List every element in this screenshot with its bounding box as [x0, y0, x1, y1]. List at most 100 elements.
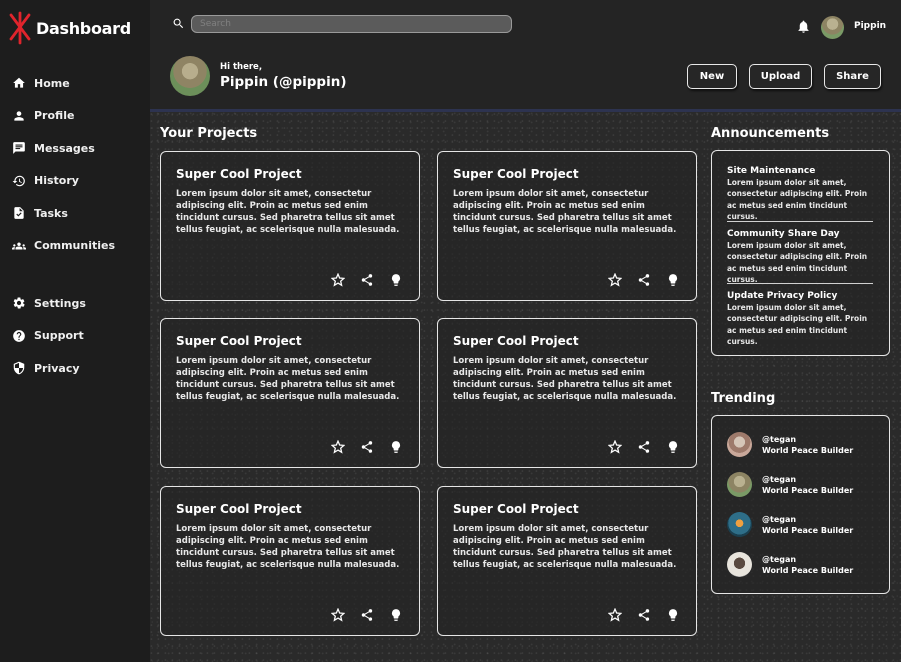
project-card[interactable]: Super Cool Project Lorem ipsum dolor sit …	[160, 318, 420, 468]
idea-button[interactable]	[389, 439, 405, 455]
bell-icon[interactable]	[796, 19, 811, 34]
share-project-button[interactable]	[637, 439, 653, 455]
trending-title: Trending	[711, 391, 776, 406]
favorite-button[interactable]	[330, 272, 347, 288]
project-card[interactable]: Super Cool Project Lorem ipsum dolor sit …	[437, 318, 697, 468]
project-title: Super Cool Project	[176, 502, 302, 516]
sidebar-item-label: Tasks	[34, 206, 68, 220]
brand: Dashboard	[0, 0, 150, 56]
announcement-item[interactable]: Site Maintenance Lorem ipsum dolor sit a…	[727, 166, 875, 222]
task-icon	[14, 207, 24, 220]
announcement-title: Site Maintenance	[727, 166, 816, 176]
idea-button[interactable]	[666, 439, 682, 455]
announcement-title: Community Share Day	[727, 229, 840, 239]
favorite-button[interactable]	[330, 439, 347, 455]
trending-item[interactable]: @tegan World Peace Builder	[727, 510, 887, 540]
favorite-button[interactable]	[607, 439, 624, 455]
main-content: Pippin Hi there, Pippin (@pippin) New Up…	[150, 0, 901, 662]
trending-item[interactable]: @tegan World Peace Builder	[727, 430, 887, 460]
card-actions	[318, 439, 405, 455]
chat-icon	[13, 142, 25, 155]
project-card[interactable]: Super Cool Project Lorem ipsum dolor sit …	[437, 486, 697, 636]
share-icon	[638, 274, 650, 286]
announcement-text: Lorem ipsum dolor sit amet, consectetur …	[727, 241, 868, 284]
sidebar-item-privacy[interactable]: Privacy	[0, 352, 150, 385]
star-icon	[330, 272, 346, 287]
share-project-button[interactable]	[360, 272, 376, 288]
project-card[interactable]: Super Cool Project Lorem ipsum dolor sit …	[160, 486, 420, 636]
gear-icon	[13, 297, 25, 309]
project-title: Super Cool Project	[453, 334, 579, 348]
card-actions	[318, 272, 405, 288]
sidebar-item-label: Support	[34, 329, 84, 343]
share-project-button[interactable]	[637, 607, 653, 623]
history-icon	[12, 175, 25, 186]
announcement-item[interactable]: Community Share Day Lorem ipsum dolor si…	[727, 229, 875, 285]
lightbulb-icon	[391, 609, 401, 621]
trending-subtitle: World Peace Builder	[762, 526, 854, 535]
avatar	[727, 512, 752, 537]
person-icon	[14, 111, 24, 121]
avatar[interactable]	[821, 16, 844, 39]
sidebar-item-tasks[interactable]: Tasks	[0, 197, 150, 230]
idea-button[interactable]	[389, 272, 405, 288]
share-icon	[361, 274, 373, 286]
share-icon	[638, 609, 650, 621]
favorite-button[interactable]	[330, 607, 347, 623]
sidebar-item-settings[interactable]: Settings	[0, 287, 150, 320]
sidebar-item-support[interactable]: Support	[0, 320, 150, 353]
greeting: Hi there,	[220, 62, 263, 72]
new-button[interactable]: New	[687, 64, 737, 89]
announcements-title: Announcements	[711, 126, 830, 141]
idea-button[interactable]	[666, 607, 682, 623]
share-project-button[interactable]	[637, 272, 653, 288]
divider	[727, 283, 873, 284]
share-icon	[638, 441, 650, 453]
project-description: Lorem ipsum dolor sit amet, consectetur …	[453, 524, 677, 570]
favorite-button[interactable]	[607, 272, 624, 288]
header-username[interactable]: Pippin	[854, 21, 886, 31]
project-description: Lorem ipsum dolor sit amet, consectetur …	[453, 356, 677, 402]
idea-button[interactable]	[389, 607, 405, 623]
sidebar-item-messages[interactable]: Messages	[0, 132, 150, 165]
sidebar-item-label: Home	[34, 76, 70, 90]
help-icon	[13, 329, 25, 342]
project-card[interactable]: Super Cool Project Lorem ipsum dolor sit …	[437, 151, 697, 301]
share-button[interactable]: Share	[824, 64, 881, 89]
star-icon	[607, 272, 623, 287]
trending-item[interactable]: @tegan World Peace Builder	[727, 470, 887, 500]
announcement-title: Update Privacy Policy	[727, 291, 838, 301]
upload-button[interactable]: Upload	[749, 64, 812, 89]
announcement-text: Lorem ipsum dolor sit amet, consectetur …	[727, 178, 868, 221]
home-icon	[13, 78, 25, 88]
favorite-button[interactable]	[607, 607, 624, 623]
sidebar-item-home[interactable]: Home	[0, 67, 150, 100]
project-description: Lorem ipsum dolor sit amet, consectetur …	[453, 189, 677, 235]
lightbulb-icon	[668, 609, 678, 621]
trending-handle: @tegan	[762, 515, 797, 524]
trending-panel: @tegan World Peace Builder @tegan World …	[711, 415, 890, 594]
sidebar-item-profile[interactable]: Profile	[0, 100, 150, 133]
star-icon	[330, 439, 346, 454]
trending-item[interactable]: @tegan World Peace Builder	[727, 550, 887, 580]
project-description: Lorem ipsum dolor sit amet, consectetur …	[176, 356, 400, 402]
lightbulb-icon	[391, 441, 401, 453]
announcement-text: Lorem ipsum dolor sit amet, consectetur …	[727, 303, 868, 346]
trending-subtitle: World Peace Builder	[762, 566, 854, 575]
project-card[interactable]: Super Cool Project Lorem ipsum dolor sit …	[160, 151, 420, 301]
sidebar-item-history[interactable]: History	[0, 165, 150, 198]
announcements-panel: Site Maintenance Lorem ipsum dolor sit a…	[711, 150, 890, 356]
share-project-button[interactable]	[360, 439, 376, 455]
share-project-button[interactable]	[360, 607, 376, 623]
idea-button[interactable]	[666, 272, 682, 288]
sidebar-nav-main: Home Profile Messages History Tasks Comm…	[0, 67, 150, 262]
announcement-item[interactable]: Update Privacy Policy Lorem ipsum dolor …	[727, 291, 875, 347]
search-input[interactable]	[191, 15, 512, 33]
share-icon	[361, 441, 373, 453]
sidebar-item-communities[interactable]: Communities	[0, 230, 150, 263]
trending-handle: @tegan	[762, 475, 797, 484]
lightbulb-icon	[391, 274, 401, 286]
project-title: Super Cool Project	[176, 334, 302, 348]
star-icon	[607, 439, 623, 454]
app-title: Dashboard	[36, 18, 131, 38]
